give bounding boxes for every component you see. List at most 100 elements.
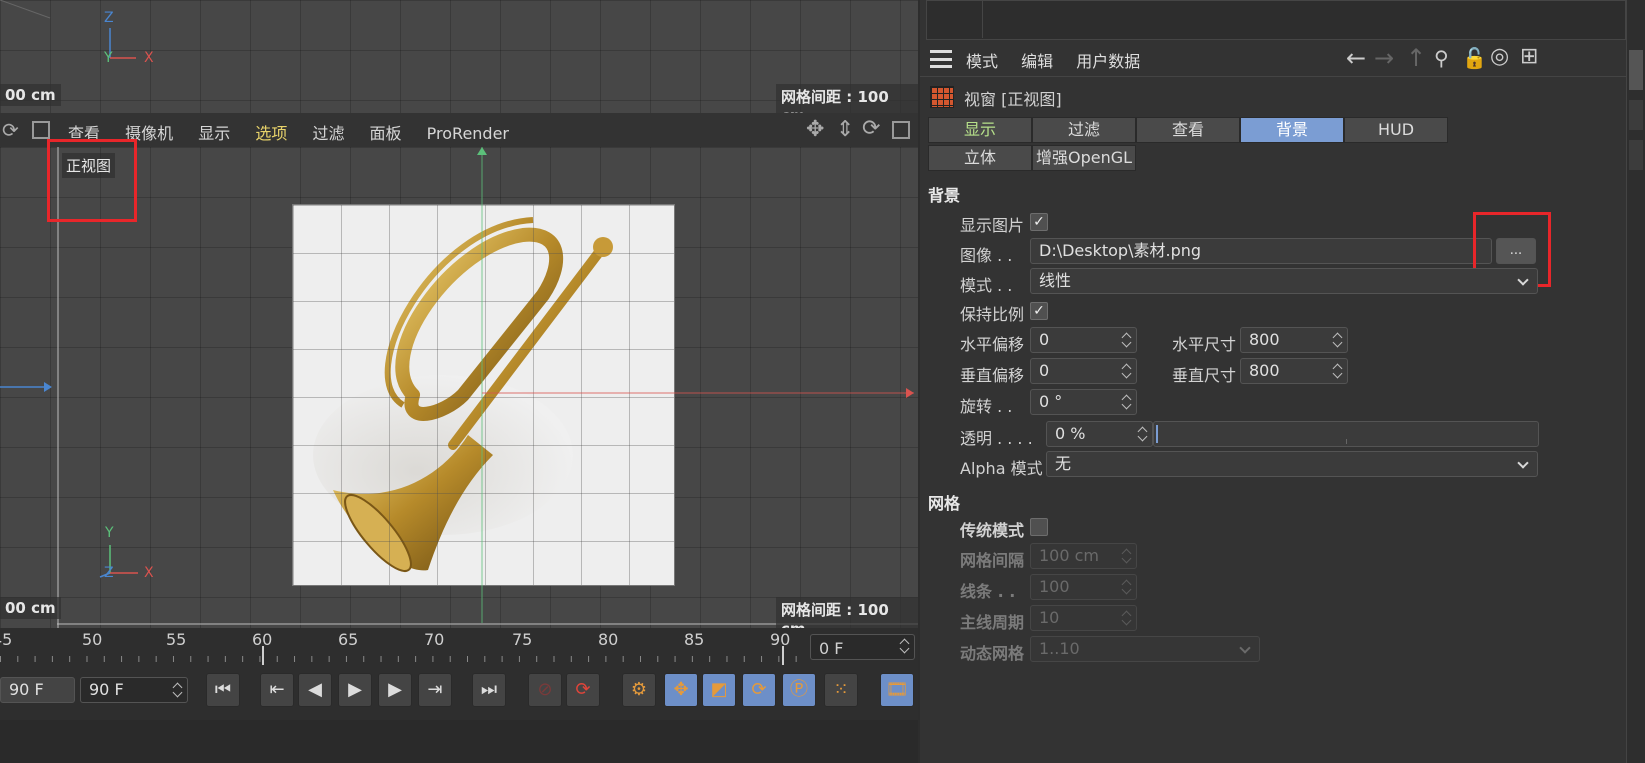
go-to-start-button[interactable]: ⏮	[206, 673, 240, 707]
forward-arrow-icon[interactable]: →	[1374, 44, 1394, 72]
end-frame-display[interactable]: 90 F	[0, 677, 75, 703]
h-offset-field[interactable]: 0	[1030, 327, 1137, 353]
menu-filter[interactable]: 过滤	[312, 124, 344, 143]
major-lines-label: 主线周期	[960, 613, 1025, 632]
transparency-field[interactable]: 0 %	[1046, 421, 1153, 447]
current-frame-value: 0 F	[819, 639, 844, 658]
chevron-down-icon	[1517, 274, 1529, 286]
prev-frame-button[interactable]: ◀	[298, 673, 332, 707]
section-grid-title: 网格	[928, 494, 961, 513]
keep-ratio-checkbox[interactable]: ✓	[1030, 302, 1048, 320]
timeline-ruler[interactable]: 45 50 55 60 65 70 75 80 85 90 0 F	[0, 628, 918, 665]
zoom-view-icon[interactable]: ⇕	[836, 117, 854, 142]
major-lines-field[interactable]: 10	[1030, 605, 1137, 631]
menu-mode[interactable]: 模式	[966, 52, 998, 71]
alpha-mode-value: 无	[1055, 454, 1072, 473]
keep-ratio-label: 保持比例	[960, 305, 1025, 324]
menu-options[interactable]: 选项	[255, 124, 287, 143]
transparency-label: 透明 . . . .	[960, 429, 1033, 448]
lock-icon[interactable]: 🔓	[1462, 46, 1487, 70]
tab-background[interactable]: 背景	[1240, 117, 1344, 143]
top-grid-spacing: 网格间距 : 100 cm	[776, 84, 918, 113]
tick-label: 45	[0, 630, 13, 649]
top-axis-x: X	[144, 50, 154, 66]
orbit-view-icon[interactable]: ⟳	[862, 116, 880, 141]
menu-user-data[interactable]: 用户数据	[1076, 52, 1140, 71]
menu-panel[interactable]: 面板	[370, 124, 402, 143]
rotation-value: 0 °	[1039, 392, 1063, 411]
playhead[interactable]	[262, 646, 264, 665]
key-scale-icon[interactable]: ◩	[702, 673, 736, 707]
front-axis-y: Y	[105, 525, 114, 541]
front-viewport[interactable]: Y Z X 正视图 00 cm 网格间距 : 100 cm	[0, 147, 918, 628]
go-to-end-button[interactable]: ⏭	[472, 673, 506, 707]
mode-dropdown[interactable]: 线性	[1030, 268, 1538, 294]
tick-label: 65	[338, 630, 359, 649]
highlight-view-label	[47, 139, 137, 222]
keyframe-settings-icon[interactable]: ⚙	[622, 673, 656, 707]
target-icon[interactable]: ◎	[1490, 44, 1509, 69]
transparency-slider[interactable]	[1153, 421, 1539, 447]
tick-label: 55	[166, 630, 187, 649]
v-size-field[interactable]: 800	[1240, 358, 1348, 384]
end-frame-field[interactable]: 90 F	[80, 677, 188, 703]
h-size-field[interactable]: 800	[1240, 327, 1348, 353]
top-viewport[interactable]: Z Y X 00 cm 网格间距 : 100 cm	[0, 0, 918, 113]
h-size-value: 800	[1249, 330, 1280, 349]
chevron-down-icon	[1239, 642, 1251, 654]
dynamic-grid-dropdown[interactable]: 1..10	[1030, 636, 1260, 662]
alpha-mode-dropdown[interactable]: 无	[1046, 451, 1538, 477]
lines-field[interactable]: 100	[1030, 574, 1137, 600]
key-position-icon[interactable]: ✥	[664, 673, 698, 707]
hamburger-menu-icon[interactable]	[930, 50, 952, 68]
rotation-field[interactable]: 0 °	[1030, 389, 1137, 415]
dynamic-grid-label: 动态网格	[960, 644, 1025, 663]
legacy-mode-checkbox[interactable]	[1030, 518, 1048, 536]
tab-hud[interactable]: HUD	[1344, 117, 1448, 143]
up-arrow-icon[interactable]: ↑	[1406, 44, 1426, 72]
search-icon[interactable]: ⚲	[1434, 46, 1449, 70]
tab-stereo[interactable]: 立体	[928, 145, 1032, 171]
prev-key-button[interactable]: ⇤	[260, 673, 294, 707]
show-image-checkbox[interactable]: ✓	[1030, 213, 1048, 231]
front-scale-label: 00 cm	[0, 597, 61, 619]
rotate-view-icon[interactable]: ⟳	[2, 118, 19, 142]
menu-prorender[interactable]: ProRender	[427, 124, 509, 143]
key-rotation-icon[interactable]: ⟳	[742, 673, 776, 707]
show-image-label: 显示图片	[960, 216, 1025, 235]
v-offset-field[interactable]: 0	[1030, 358, 1137, 384]
back-arrow-icon[interactable]: ←	[1346, 44, 1366, 72]
menu-edit[interactable]: 编辑	[1021, 52, 1053, 71]
front-axis-z: Z	[104, 565, 114, 581]
image-label: 图像 . .	[960, 246, 1013, 265]
key-parameter-icon[interactable]: Ⓟ	[782, 673, 816, 707]
front-axis-x: X	[144, 565, 154, 581]
tab-enhanced-opengl[interactable]: 增强OpenGL	[1032, 145, 1136, 171]
play-button[interactable]: ▶	[338, 673, 372, 707]
tab-filter[interactable]: 过滤	[1032, 117, 1136, 143]
image-path-field[interactable]: D:\Desktop\素材.png	[1030, 238, 1492, 264]
auto-key-icon[interactable]: ⟳	[566, 673, 600, 707]
current-frame-field[interactable]: 0 F	[810, 634, 915, 660]
dynamic-grid-value: 1..10	[1039, 639, 1080, 658]
grid-spacing-field[interactable]: 100 cm	[1030, 543, 1137, 569]
panel-title: 视窗 [正视图]	[964, 90, 1062, 109]
next-key-button[interactable]: ⇥	[418, 673, 452, 707]
toggle-view-icon[interactable]	[892, 121, 910, 139]
record-key-icon[interactable]: ⊘	[528, 673, 562, 707]
rotation-label: 旋转 . .	[960, 397, 1013, 416]
new-panel-icon[interactable]: ⊞	[1520, 44, 1538, 69]
tab-display[interactable]: 显示	[928, 117, 1032, 143]
timeline-film-icon[interactable]: 🎞	[880, 673, 914, 707]
v-size-label: 垂直尺寸	[1172, 366, 1237, 385]
key-pla-icon[interactable]: ⁙	[824, 673, 858, 707]
mode-label: 模式 . .	[960, 276, 1013, 295]
tab-view[interactable]: 查看	[1136, 117, 1240, 143]
next-frame-button[interactable]: ▶	[378, 673, 412, 707]
tick-label: 75	[512, 630, 533, 649]
maximize-view-icon[interactable]	[32, 121, 50, 139]
tick-label: 50	[82, 630, 103, 649]
move-view-icon[interactable]: ✥	[806, 117, 824, 142]
menu-display[interactable]: 显示	[198, 124, 230, 143]
lines-value: 100	[1039, 577, 1070, 596]
